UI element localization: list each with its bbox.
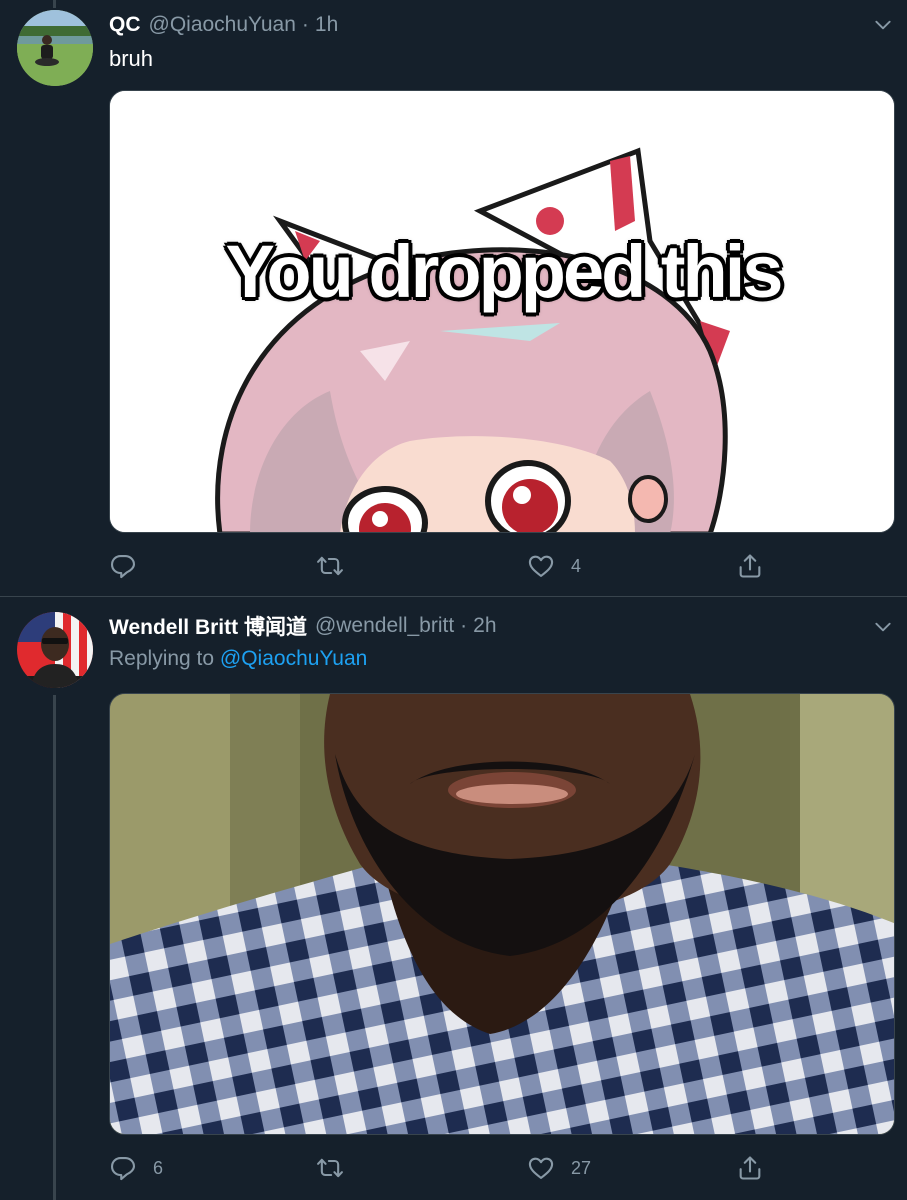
- replying-to: Replying to @QiaochuYuan: [109, 647, 367, 671]
- replying-prefix: Replying to: [109, 647, 215, 670]
- separator: ·: [301, 13, 309, 36]
- mention-link[interactable]: @QiaochuYuan: [220, 647, 367, 670]
- like-button[interactable]: 4: [527, 549, 581, 583]
- share-button[interactable]: [736, 549, 764, 583]
- retweet-button[interactable]: [316, 549, 360, 583]
- tweet-actions: 6 27: [109, 1151, 789, 1185]
- like-icon: [528, 1157, 554, 1179]
- tweet-text: bruh: [109, 46, 154, 71]
- retweet-icon: [317, 1158, 343, 1178]
- like-count: 4: [571, 555, 582, 576]
- share-icon: [739, 554, 761, 578]
- display-name[interactable]: Wendell Britt 博闻道: [109, 611, 307, 641]
- tweet[interactable]: QC @QiaochuYuan · 1h bruh You dropped th…: [0, 0, 907, 596]
- tweet-actions: 4: [109, 549, 789, 583]
- retweet-button[interactable]: [316, 1151, 360, 1185]
- like-button[interactable]: 27: [527, 1151, 591, 1185]
- retweet-icon: [317, 556, 343, 576]
- reply-icon: [110, 555, 136, 579]
- share-icon: [739, 1156, 761, 1180]
- reply-count: 6: [153, 1157, 164, 1178]
- user-handle[interactable]: @wendell_britt: [315, 614, 454, 638]
- separator: ·: [460, 614, 468, 637]
- tweet-image[interactable]: You dropped this: [109, 90, 895, 533]
- reply-button[interactable]: 6: [109, 1151, 163, 1185]
- avatar[interactable]: [17, 612, 93, 688]
- chevron-down-icon[interactable]: [873, 617, 893, 637]
- reply-button[interactable]: [109, 549, 153, 583]
- avatar[interactable]: [17, 10, 93, 86]
- user-handle[interactable]: @QiaochuYuan: [149, 13, 296, 37]
- tweet-header: Wendell Britt 博闻道 @wendell_britt · 2h: [109, 611, 497, 641]
- thread-line: [53, 0, 56, 8]
- tweet-header: QC @QiaochuYuan · 1h: [109, 10, 338, 40]
- like-icon: [528, 555, 554, 577]
- thread-line: [53, 695, 56, 1200]
- display-name[interactable]: QC: [109, 13, 141, 37]
- like-count: 27: [571, 1157, 592, 1178]
- chevron-down-icon[interactable]: [873, 15, 893, 35]
- share-button[interactable]: [736, 1151, 764, 1185]
- reply-icon: [110, 1157, 136, 1181]
- tweet-image[interactable]: [109, 693, 895, 1135]
- timestamp[interactable]: 1h: [315, 13, 338, 37]
- timestamp[interactable]: 2h: [473, 614, 496, 638]
- tweet[interactable]: Wendell Britt 博闻道 @wendell_britt · 2h Re…: [0, 597, 907, 1200]
- meme-caption: You dropped this: [225, 230, 784, 313]
